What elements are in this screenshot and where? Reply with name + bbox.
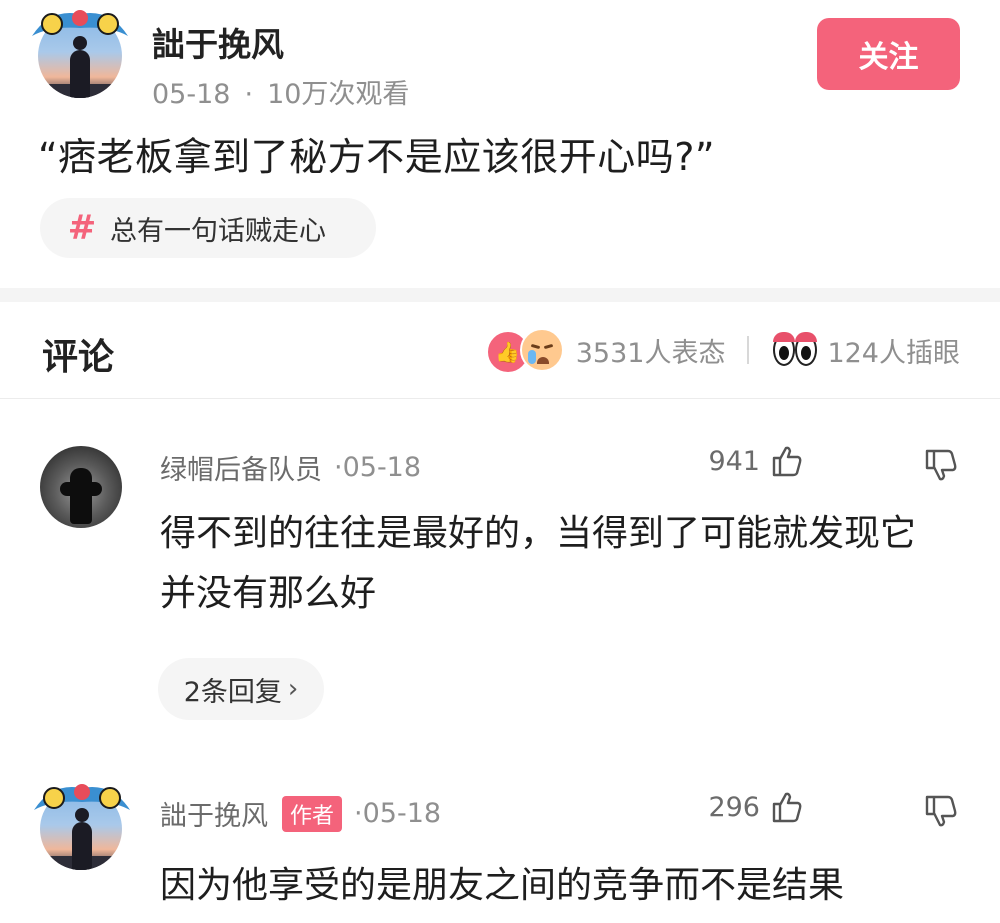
author-badge: 作者 bbox=[282, 795, 343, 832]
post-header: 詘于挽风 05-18 · 10万次观看 关注 “痞老板拿到了秘方不是应该很开心吗?”… bbox=[0, 0, 1000, 290]
comment-text: 因为他享受的是朋友之间的竞争而不是结果 bbox=[160, 865, 845, 906]
watchers-count: 124人插眼 bbox=[827, 337, 960, 369]
thumbs-down-icon[interactable] bbox=[922, 792, 960, 830]
section-divider bbox=[0, 288, 1000, 302]
post-author-name[interactable]: 詘于挽风 bbox=[152, 18, 284, 66]
chevron-right-icon: › bbox=[287, 674, 299, 704]
commenter-name[interactable]: 绿帽后备队员 bbox=[160, 448, 322, 487]
comment-like-button[interactable]: 296 bbox=[708, 790, 804, 824]
author-avatar[interactable] bbox=[32, 10, 128, 98]
comment-time: ·05-18 bbox=[334, 452, 422, 483]
thumbs-up-icon bbox=[772, 446, 802, 477]
comment-text: 得不到的往往是最好的，当得到了可能就发现它并没有那么好 bbox=[160, 513, 917, 614]
thumbs-up-icon bbox=[772, 792, 802, 823]
comment-item: 詘于挽风 作者 ·05-18 296 因为他享受的是朋友之间的竞争而不是结果 bbox=[0, 774, 1000, 923]
comment-like-button[interactable]: 941 bbox=[708, 444, 804, 478]
reactions-count: 3531人表态 bbox=[575, 337, 726, 369]
replies-count: 2条回复 bbox=[183, 676, 282, 708]
comments-divider bbox=[0, 398, 1000, 399]
eyes-icon bbox=[771, 332, 819, 368]
post-meta: 05-18 · 10万次观看 bbox=[152, 72, 409, 111]
comment-header: 詘于挽风 作者 ·05-18 bbox=[160, 794, 441, 833]
post-date: 05-18 bbox=[152, 79, 231, 110]
comment-header: 绿帽后备队员 ·05-18 bbox=[160, 448, 421, 487]
commenter-avatar[interactable] bbox=[34, 784, 130, 870]
hashtag-icon: # bbox=[67, 208, 97, 248]
comment-item: 绿帽后备队员 ·05-18 941 得不到的往往是最好的，当得到了可能就发现它并… bbox=[0, 430, 1000, 730]
reaction-icons: 👍 bbox=[485, 328, 568, 374]
comments-header: 评论 👍 3531人表态 124人插眼 bbox=[0, 302, 1000, 399]
post-views: 10万次观看 bbox=[267, 79, 410, 110]
reactions-separator bbox=[747, 336, 750, 364]
follow-button[interactable]: 关注 bbox=[817, 18, 960, 90]
topic-label: 总有一句话贼走心 bbox=[110, 215, 326, 247]
cry-reaction-icon bbox=[519, 328, 564, 372]
topic-chip[interactable]: # 总有一句话贼走心 bbox=[40, 198, 376, 258]
reactions-summary[interactable]: 👍 3531人表态 124人插眼 bbox=[485, 328, 960, 374]
comment-like-count: 296 bbox=[708, 791, 760, 823]
post-text: “痞老板拿到了秘方不是应该很开心吗?” bbox=[38, 135, 716, 179]
comment-like-count: 941 bbox=[708, 445, 760, 477]
view-replies-button[interactable]: 2条回复 › bbox=[158, 658, 324, 720]
thumbs-down-icon[interactable] bbox=[922, 446, 960, 484]
commenter-name[interactable]: 詘于挽风 bbox=[160, 794, 268, 833]
comment-time: ·05-18 bbox=[354, 798, 442, 829]
avatar-pendant-icon bbox=[34, 784, 130, 810]
commenter-avatar[interactable] bbox=[40, 446, 122, 528]
comments-title: 评论 bbox=[42, 337, 115, 378]
meta-separator: · bbox=[244, 79, 254, 110]
post-page: 詘于挽风 05-18 · 10万次观看 关注 “痞老板拿到了秘方不是应该很开心吗?”… bbox=[0, 0, 1000, 923]
avatar-pendant-icon bbox=[32, 10, 128, 36]
